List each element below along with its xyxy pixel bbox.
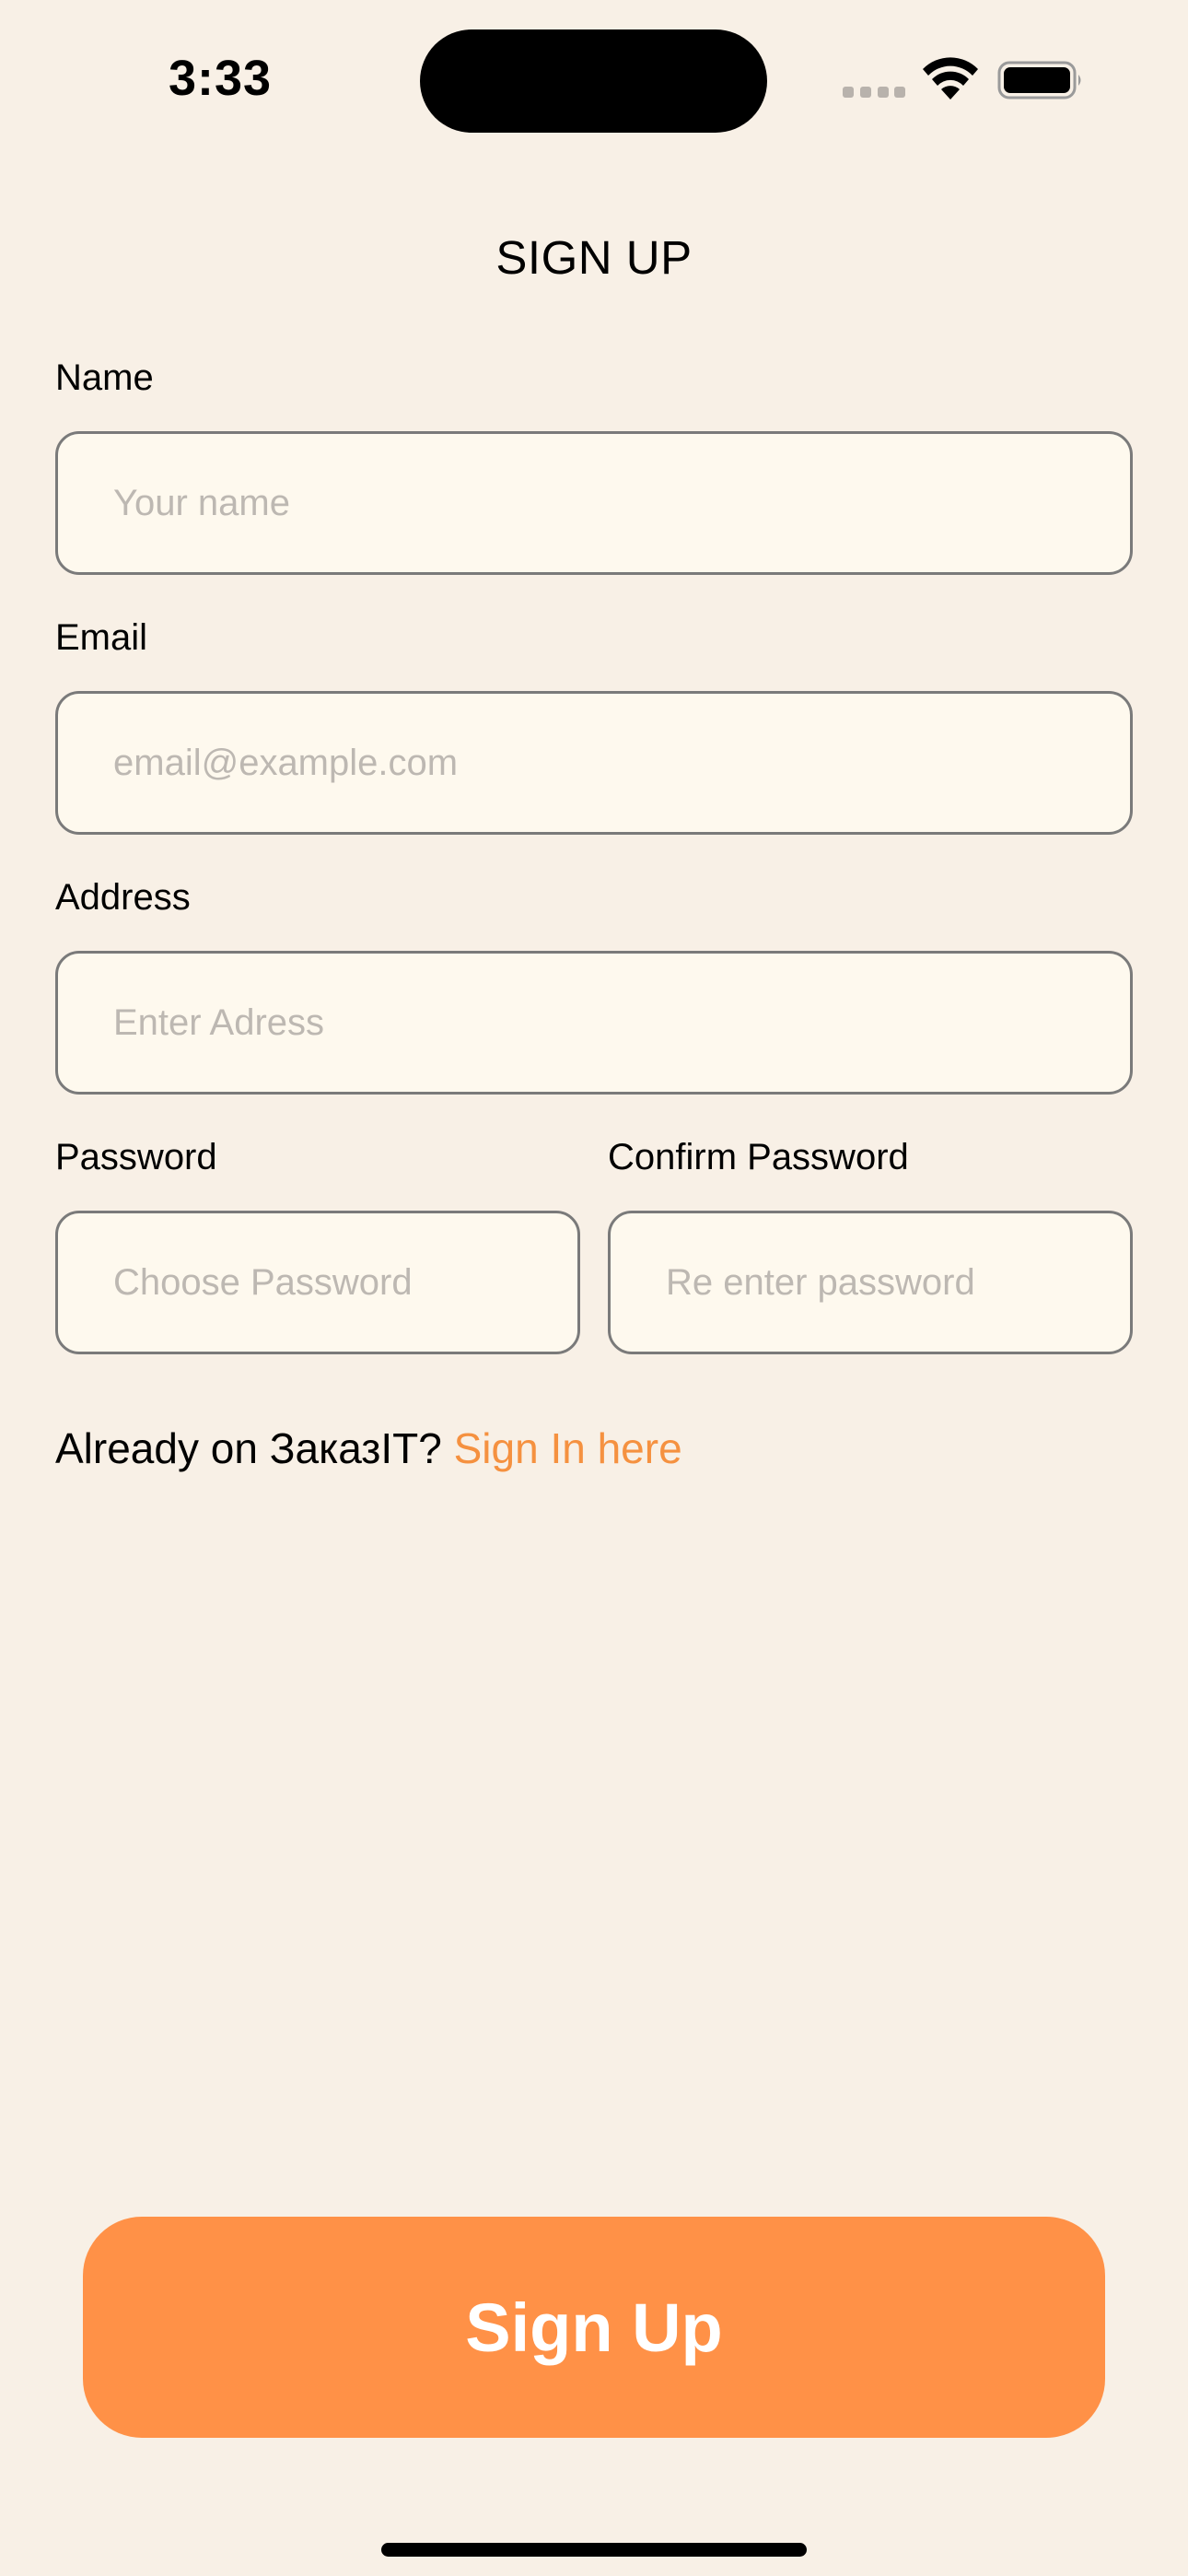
password-label: Password <box>55 1137 217 1177</box>
status-time: 3:33 <box>169 51 273 106</box>
email-label: Email <box>55 617 148 658</box>
wifi-icon <box>923 57 978 100</box>
battery-icon <box>997 61 1081 100</box>
confirm-password-input[interactable] <box>608 1211 1133 1354</box>
dynamic-island <box>420 29 767 133</box>
signin-prompt-text: Already on ЗаказIT? <box>55 1424 454 1472</box>
signin-prompt: Already on ЗаказIT? Sign In here <box>55 1423 682 1473</box>
name-label: Name <box>55 357 154 398</box>
address-input[interactable] <box>55 951 1133 1095</box>
password-input[interactable] <box>55 1211 580 1354</box>
name-input[interactable] <box>55 431 1133 575</box>
home-indicator <box>381 2543 807 2557</box>
status-bar: 3:33 <box>0 0 1188 147</box>
signup-button[interactable]: Sign Up <box>83 2217 1105 2438</box>
cellular-signal-icon <box>843 87 905 98</box>
page-title: SIGN UP <box>495 231 693 284</box>
email-input[interactable] <box>55 691 1133 835</box>
confirm-password-label: Confirm Password <box>608 1137 909 1177</box>
address-label: Address <box>55 877 191 918</box>
signin-link[interactable]: Sign In here <box>454 1424 682 1472</box>
